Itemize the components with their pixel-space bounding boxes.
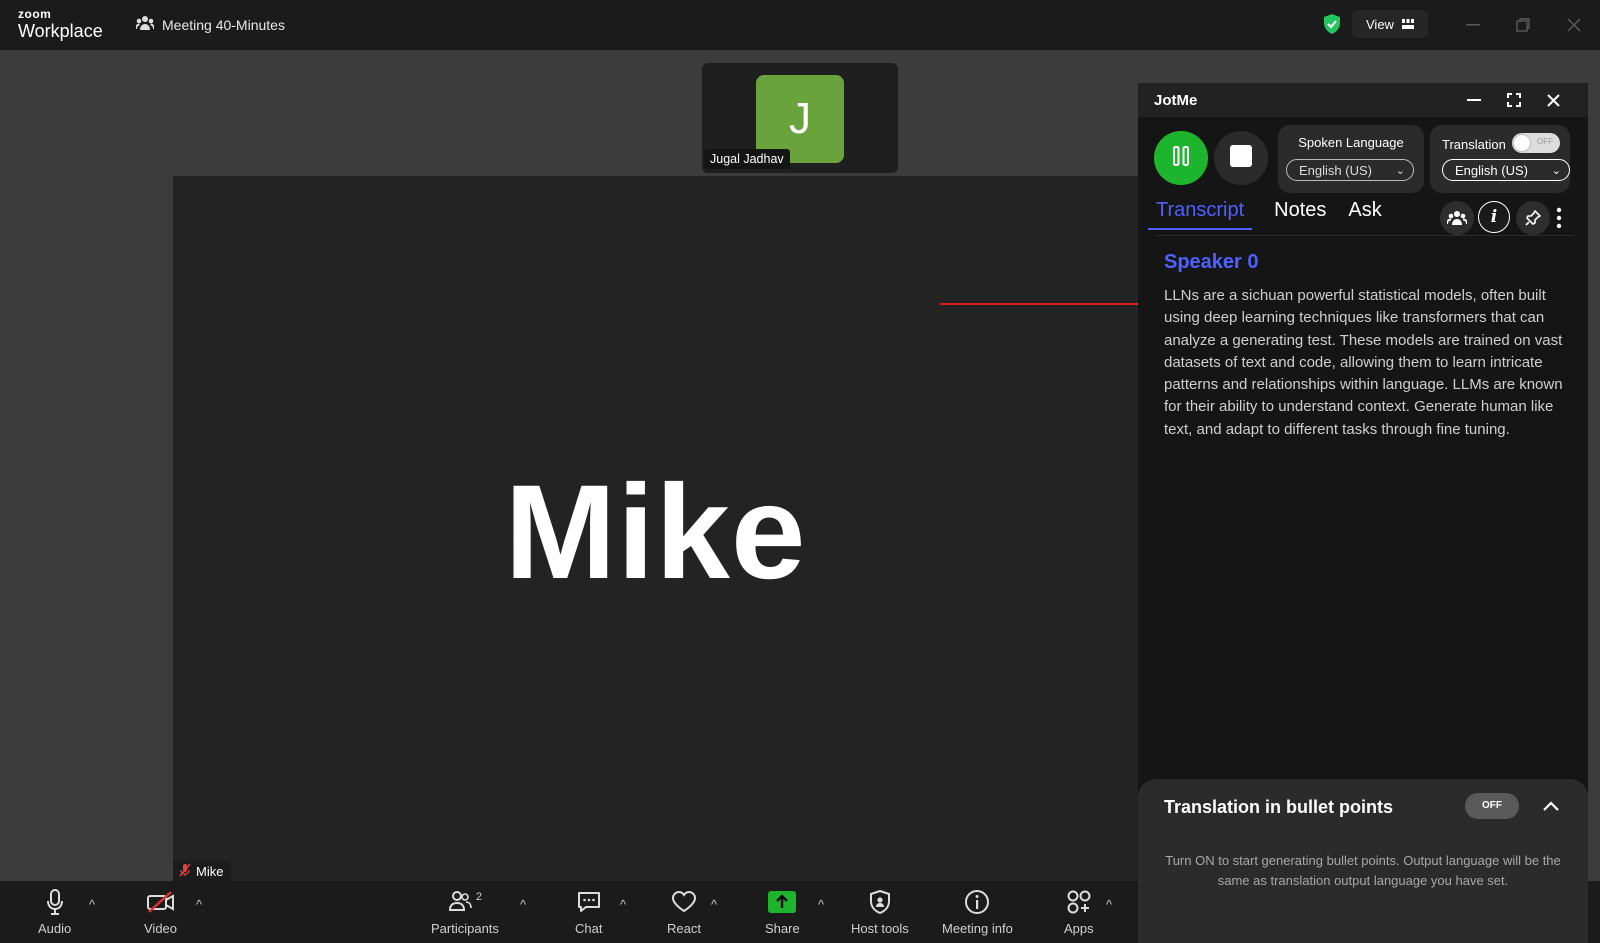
grid-icon: [1401, 17, 1414, 32]
tab-notes[interactable]: Notes: [1274, 199, 1326, 230]
translation-box: Translation OFF English (US) ⌄: [1430, 125, 1570, 193]
pause-button[interactable]: [1154, 131, 1208, 185]
video-button[interactable]: Video: [144, 887, 177, 936]
bullet-panel-title: Translation in bullet points: [1164, 797, 1394, 817]
thumbnail-name-tag: Jugal Jadhav: [704, 149, 790, 169]
minimize-window-button[interactable]: [1460, 12, 1486, 38]
participants-options-chevron-icon[interactable]: ^: [520, 897, 526, 912]
chat-options-chevron-icon[interactable]: ^: [620, 897, 626, 912]
video-off-icon: [146, 887, 176, 917]
info-icon: [964, 887, 990, 917]
active-speaker-name-tag: Mike: [173, 861, 232, 881]
participants-button[interactable]: 2 Participants: [431, 887, 499, 936]
jotme-tabs: Transcript Notes Ask: [1148, 199, 1404, 230]
apps-options-chevron-icon[interactable]: ^: [1106, 897, 1112, 912]
react-button[interactable]: React: [667, 887, 701, 936]
zoom-logo: zoom Workplace: [18, 7, 103, 41]
host-tools-button[interactable]: Host tools: [851, 887, 909, 936]
react-options-chevron-icon[interactable]: ^: [711, 897, 717, 912]
bullet-panel-description: Turn ON to start generating bullet point…: [1165, 853, 1561, 888]
share-screen-icon: [768, 887, 797, 917]
apps-icon: [1066, 887, 1092, 917]
close-icon[interactable]: [1541, 88, 1565, 112]
chat-icon: [576, 887, 602, 917]
main-video-tile[interactable]: Mike: [173, 176, 1138, 881]
security-shield-icon[interactable]: [1322, 13, 1342, 40]
audio-options-chevron-icon[interactable]: ^: [89, 897, 95, 912]
chevron-up-icon[interactable]: [1536, 791, 1566, 821]
stop-button[interactable]: [1214, 131, 1268, 185]
bullet-points-panel: Translation in bullet points OFF Turn ON…: [1138, 779, 1588, 943]
spoken-language-select[interactable]: English (US) ⌄: [1286, 159, 1414, 181]
restore-window-button[interactable]: [1510, 12, 1536, 38]
tab-transcript[interactable]: Transcript: [1148, 199, 1253, 230]
chat-button[interactable]: Chat: [575, 887, 602, 936]
active-speaker-name: Mike: [504, 458, 807, 607]
muted-mic-icon: [179, 863, 191, 880]
translation-language-select[interactable]: English (US) ⌄: [1442, 159, 1570, 181]
participants-icon: [448, 890, 472, 915]
stop-icon: [1230, 144, 1252, 172]
participants-group-icon: [135, 15, 155, 34]
minimize-icon[interactable]: [1462, 88, 1486, 112]
chevron-down-icon: ⌄: [1551, 165, 1561, 177]
speaker-label: Speaker 0: [1164, 251, 1259, 273]
tab-ask[interactable]: Ask: [1348, 199, 1381, 230]
audio-button[interactable]: Audio: [38, 887, 71, 936]
translation-toggle[interactable]: OFF: [1512, 133, 1560, 153]
host-shield-icon: [869, 887, 891, 917]
annotation-arrow: [940, 299, 1158, 309]
info-icon[interactable]: i: [1478, 201, 1510, 233]
apps-button[interactable]: Apps: [1064, 887, 1094, 936]
speakers-icon[interactable]: [1440, 201, 1474, 235]
fullscreen-icon[interactable]: [1502, 88, 1526, 112]
participants-count: 2: [475, 891, 483, 903]
more-options-icon[interactable]: [1556, 207, 1562, 234]
share-button[interactable]: Share: [765, 887, 800, 936]
participant-thumbnail[interactable]: J Jugal Jadhav: [702, 63, 898, 173]
spoken-language-box: Spoken Language English (US) ⌄: [1278, 125, 1424, 193]
transcript-text: LLNs are a sichuan powerful statistical …: [1164, 287, 1563, 438]
heart-icon: [671, 887, 697, 917]
pause-icon: [1172, 145, 1190, 172]
video-options-chevron-icon[interactable]: ^: [196, 897, 202, 912]
bullet-points-toggle[interactable]: OFF: [1465, 793, 1519, 819]
jotme-header: JotMe: [1138, 83, 1588, 117]
meeting-info-button[interactable]: Meeting info: [942, 887, 1013, 936]
jotme-title: JotMe: [1154, 91, 1198, 109]
share-options-chevron-icon[interactable]: ^: [818, 897, 824, 912]
view-button[interactable]: View: [1352, 10, 1428, 38]
meeting-title[interactable]: Meeting 40-Minutes: [135, 15, 285, 34]
pin-icon[interactable]: [1516, 201, 1550, 235]
title-bar: zoom Workplace Meeting 40-Minutes View: [0, 0, 1600, 50]
close-window-button[interactable]: [1561, 12, 1587, 38]
microphone-icon: [45, 887, 65, 917]
chevron-down-icon: ⌄: [1395, 165, 1405, 177]
